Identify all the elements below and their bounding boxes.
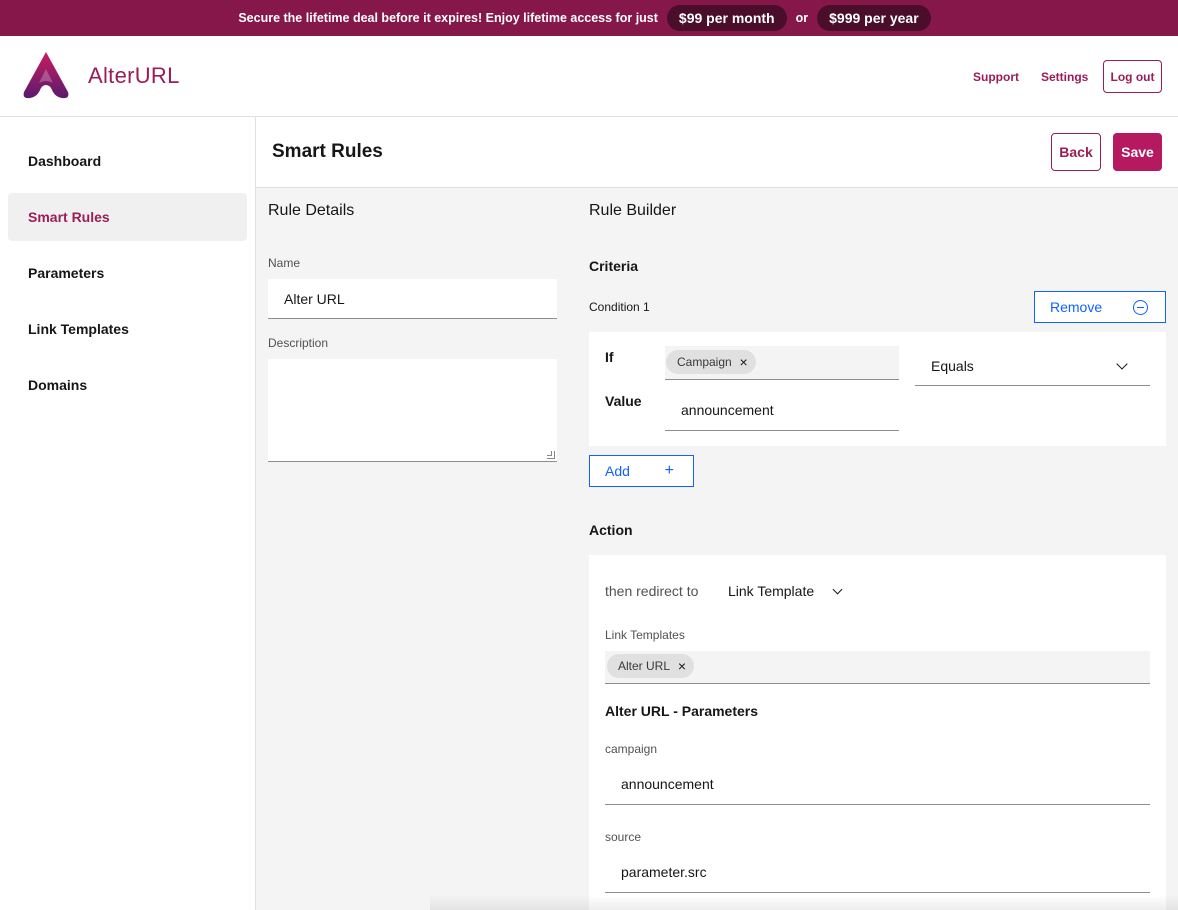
- sidebar-item-smart-rules[interactable]: Smart Rules: [8, 193, 247, 241]
- value-input[interactable]: announcement: [665, 390, 899, 431]
- operator-value: Equals: [931, 357, 974, 374]
- minus-circle-icon: [1133, 300, 1148, 315]
- description-textarea[interactable]: [268, 359, 557, 462]
- promo-message: Secure the lifetime deal before it expir…: [238, 11, 658, 25]
- campaign-label: campaign: [605, 742, 658, 756]
- source-label: source: [605, 830, 642, 844]
- close-icon[interactable]: ×: [740, 354, 748, 370]
- link-templates-input[interactable]: Alter URL ×: [605, 651, 1150, 684]
- campaign-tag-label: Campaign: [677, 355, 732, 369]
- sidebar-item-domains[interactable]: Domains: [8, 361, 247, 409]
- action-heading: Action: [589, 522, 633, 538]
- resize-handle-icon[interactable]: [547, 451, 555, 459]
- rule-builder-heading: Rule Builder: [589, 202, 677, 219]
- operator-select[interactable]: Equals: [915, 346, 1150, 386]
- page-header: Smart Rules Back Save: [256, 117, 1178, 188]
- plus-icon: +: [664, 462, 674, 479]
- params-heading: Alter URL - Parameters: [605, 703, 759, 719]
- if-field-input[interactable]: Campaign ×: [665, 346, 899, 380]
- if-label: If: [605, 349, 614, 365]
- remove-label: Remove: [1050, 299, 1103, 315]
- name-input[interactable]: Alter URL: [268, 279, 557, 319]
- close-icon[interactable]: ×: [678, 658, 686, 674]
- logo-text: AlterURL: [88, 62, 180, 88]
- monthly-price-badge[interactable]: $99 per month: [666, 5, 787, 31]
- sidebar-item-dashboard[interactable]: Dashboard: [8, 137, 247, 185]
- rule-details-heading: Rule Details: [268, 202, 355, 219]
- criteria-heading: Criteria: [589, 258, 639, 274]
- campaign-tag: Campaign ×: [666, 350, 756, 374]
- sidebar: Dashboard Smart Rules Parameters Link Te…: [0, 117, 256, 910]
- campaign-input[interactable]: announcement: [605, 764, 1150, 805]
- page-title: Smart Rules: [272, 141, 383, 162]
- redirect-type-select[interactable]: Link Template: [728, 583, 843, 599]
- chevron-down-icon: [1116, 358, 1128, 370]
- promo-banner: Secure the lifetime deal before it expir…: [0, 0, 1178, 36]
- remove-condition-button[interactable]: Remove: [1034, 291, 1166, 323]
- app-logo[interactable]: AlterURL: [22, 52, 180, 99]
- link-templates-label: Link Templates: [605, 628, 685, 642]
- save-button[interactable]: Save: [1113, 133, 1162, 171]
- promo-or: or: [795, 11, 809, 25]
- scroll-shadow: [430, 895, 1178, 910]
- add-label: Add: [605, 463, 630, 479]
- support-link[interactable]: Support: [973, 70, 1019, 84]
- condition-label: Condition 1: [589, 300, 650, 314]
- settings-link[interactable]: Settings: [1041, 70, 1088, 84]
- description-label: Description: [268, 336, 329, 350]
- name-label: Name: [268, 256, 301, 270]
- alter-url-tag-label: Alter URL: [618, 659, 671, 673]
- logo-icon: [23, 52, 69, 99]
- redirect-type-value: Link Template: [728, 583, 815, 599]
- logout-button[interactable]: Log out: [1103, 60, 1162, 93]
- sidebar-item-parameters[interactable]: Parameters: [8, 249, 247, 297]
- add-condition-button[interactable]: Add +: [589, 455, 694, 487]
- alter-url-tag: Alter URL ×: [607, 654, 695, 678]
- back-button[interactable]: Back: [1051, 133, 1101, 171]
- value-label: Value: [605, 393, 642, 409]
- source-input[interactable]: parameter.src: [605, 852, 1150, 893]
- sidebar-item-link-templates[interactable]: Link Templates: [8, 305, 247, 353]
- app-header: AlterURL Support Settings Log out: [0, 36, 1178, 117]
- yearly-price-badge[interactable]: $999 per year: [817, 5, 931, 31]
- redirect-label: then redirect to: [605, 583, 699, 599]
